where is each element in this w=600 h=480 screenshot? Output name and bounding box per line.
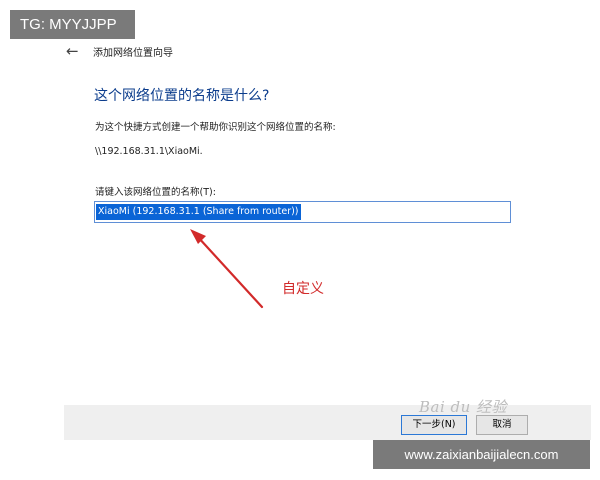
watermark-bottom: www.zaixianbaijialecn.com (373, 440, 590, 469)
next-button[interactable]: 下一步(N) (401, 415, 467, 435)
annotation-arrow-shaft (195, 234, 264, 309)
watermark-baidu: Bai du 经验 (419, 398, 508, 416)
annotation-label: 自定义 (282, 281, 324, 297)
cancel-button[interactable]: 取消 (476, 415, 528, 435)
